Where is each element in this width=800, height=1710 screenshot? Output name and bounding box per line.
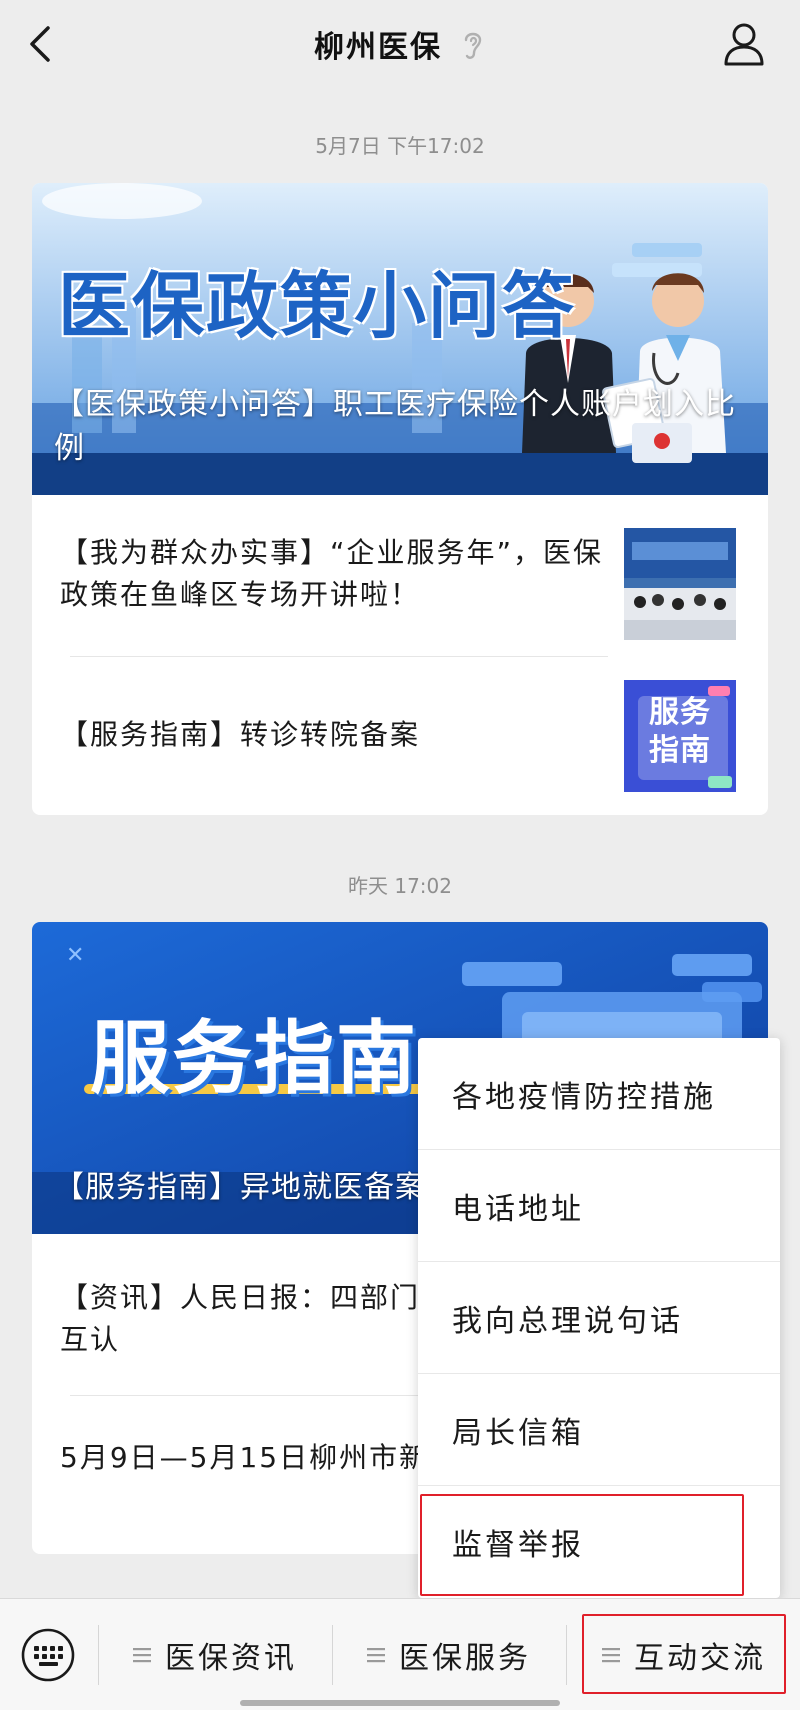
menu-item-message-premier[interactable]: 我向总理说句话 <box>418 1262 780 1374</box>
menu-tab-interaction[interactable]: 互动交流 <box>568 1599 800 1710</box>
article-thumbnail[interactable] <box>624 528 736 640</box>
menu-item-phone-address[interactable]: 电话地址 <box>418 1150 780 1262</box>
menu-tab-label: 医保服务 <box>399 1641 531 1676</box>
top-nav-bar: 柳州医保 <box>0 0 800 88</box>
ear-icon[interactable] <box>460 26 486 62</box>
svg-text:✕: ✕ <box>66 943 84 968</box>
cover-banner-text: 医保政策小问答 <box>58 264 577 348</box>
menu-item-director-mailbox[interactable]: 局长信箱 <box>418 1374 780 1486</box>
menu-tab-label: 互动交流 <box>634 1641 766 1676</box>
menu-lines-icon <box>367 1648 385 1663</box>
keyboard-icon[interactable] <box>20 1627 76 1683</box>
article-card: 医保政策小问答 【医保政策小问答】职工医疗保险个人账户划入比例 【我为群众办实事… <box>32 183 768 815</box>
menu-item-report[interactable]: 监督举报 <box>418 1486 780 1598</box>
menu-tab-label: 医保资讯 <box>165 1641 297 1676</box>
submenu-popup: 各地疫情防控措施 电话地址 我向总理说句话 局长信箱 监督举报 <box>418 1038 780 1598</box>
menu-tab-services[interactable]: 医保服务 <box>334 1599 564 1710</box>
divider <box>98 1625 99 1685</box>
divider <box>332 1625 333 1685</box>
article-thumbnail[interactable]: 服务指南 <box>624 680 736 792</box>
user-icon[interactable] <box>722 20 766 68</box>
list-item[interactable]: 【我为群众办实事】“企业服务年”，医保政策在鱼峰区专场开讲啦！ <box>32 495 768 655</box>
menu-tab-news[interactable]: 医保资讯 <box>100 1599 330 1710</box>
cover-article-title[interactable]: 【医保政策小问答】职工医疗保险个人账户划入比例 <box>54 383 746 471</box>
article-title[interactable]: 【服务指南】转诊转院备案 <box>60 714 620 756</box>
menu-lines-icon <box>602 1648 620 1663</box>
divider <box>566 1625 567 1685</box>
message-timestamp: 5月7日 下午17:02 <box>315 134 485 158</box>
bottom-menu-bar: 医保资讯 医保服务 互动交流 <box>0 1598 800 1710</box>
article-title[interactable]: 【我为群众办实事】“企业服务年”，医保政策在鱼峰区专场开讲啦！ <box>60 532 620 616</box>
menu-lines-icon <box>133 1648 151 1663</box>
home-indicator <box>240 1700 560 1706</box>
menu-item-epidemic-measures[interactable]: 各地疫情防控措施 <box>418 1038 780 1150</box>
cover-banner-text: 服务指南 <box>90 1012 418 1105</box>
message-timestamp: 昨天 17:02 <box>348 874 452 898</box>
list-item[interactable]: 【服务指南】转诊转院备案 服务指南 <box>32 655 768 815</box>
article-cover[interactable]: 医保政策小问答 【医保政策小问答】职工医疗保险个人账户划入比例 <box>32 183 768 495</box>
page-title: 柳州医保 <box>314 30 442 65</box>
thumbnail-text: 服务指南 <box>649 695 711 768</box>
